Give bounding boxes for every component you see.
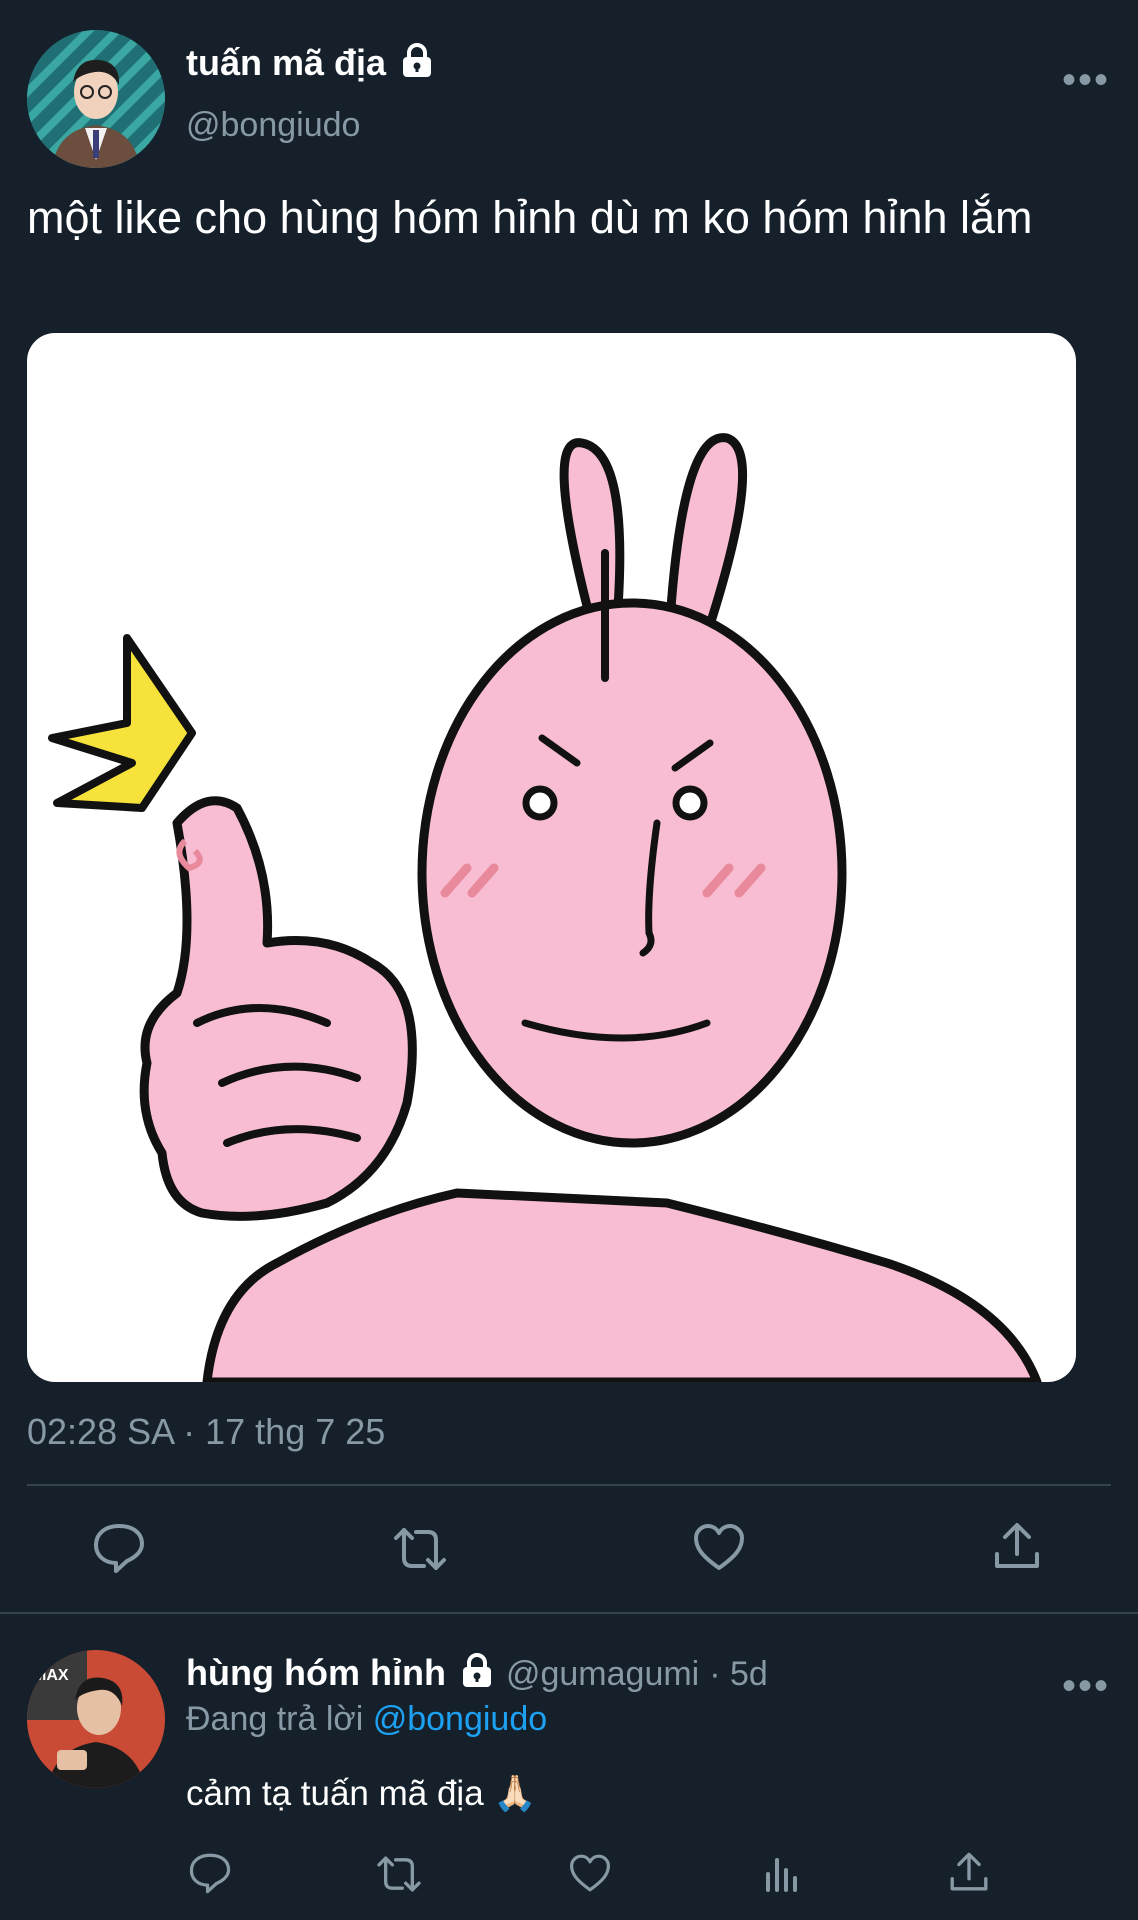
- pink-bunny-thumbs-up-sticker: [48, 433, 1042, 1382]
- reply-time-ago[interactable]: · 5d: [709, 1655, 768, 1693]
- tweet-timestamp[interactable]: 02:28 SA · 17 thg 7 25: [27, 1411, 385, 1453]
- author-name[interactable]: tuấn mã địa: [186, 42, 386, 83]
- retweet-icon[interactable]: [390, 1524, 450, 1579]
- author-handle[interactable]: @bongiudo: [186, 106, 360, 145]
- avatar-image: MAX: [27, 1650, 165, 1788]
- avatar-image: [27, 30, 165, 168]
- divider: [27, 1484, 1111, 1486]
- like-icon[interactable]: [568, 1853, 612, 1898]
- reply-author-name-row[interactable]: hùng hóm hỉnh @gumagumi · 5d: [186, 1652, 768, 1694]
- lock-icon: [403, 43, 432, 78]
- reply-icon[interactable]: [188, 1852, 232, 1899]
- reply-text: cảm tạ tuấn mã địa 🙏🏻: [186, 1774, 537, 1813]
- author-avatar[interactable]: [27, 30, 165, 168]
- reply-author-name[interactable]: hùng hóm hỉnh: [186, 1652, 446, 1693]
- share-icon[interactable]: [992, 1520, 1042, 1577]
- share-icon[interactable]: [948, 1850, 990, 1899]
- replying-to-prefix: Đang trả lời: [186, 1700, 364, 1738]
- replying-to-mention[interactable]: @bongiudo: [373, 1700, 547, 1738]
- divider: [0, 1612, 1138, 1614]
- reply-more-options-icon[interactable]: •••: [1062, 1664, 1110, 1709]
- reply-author-avatar[interactable]: MAX: [27, 1650, 165, 1788]
- like-icon[interactable]: [692, 1522, 746, 1577]
- lock-icon: [462, 1653, 491, 1688]
- replying-to-line: Đang trả lời @bongiudo: [186, 1700, 547, 1739]
- tweet-media[interactable]: [27, 333, 1076, 1382]
- more-options-icon[interactable]: •••: [1062, 58, 1110, 103]
- author-name-row[interactable]: tuấn mã địa: [186, 42, 434, 84]
- retweet-icon[interactable]: [374, 1853, 424, 1900]
- reply-author-handle[interactable]: @gumagumi: [506, 1655, 699, 1693]
- analytics-icon[interactable]: [762, 1852, 802, 1899]
- tweet-text: một like cho hùng hóm hỉnh dù m ko hóm h…: [27, 192, 1033, 243]
- reply-icon[interactable]: [92, 1522, 146, 1579]
- svg-text:MAX: MAX: [33, 1667, 69, 1684]
